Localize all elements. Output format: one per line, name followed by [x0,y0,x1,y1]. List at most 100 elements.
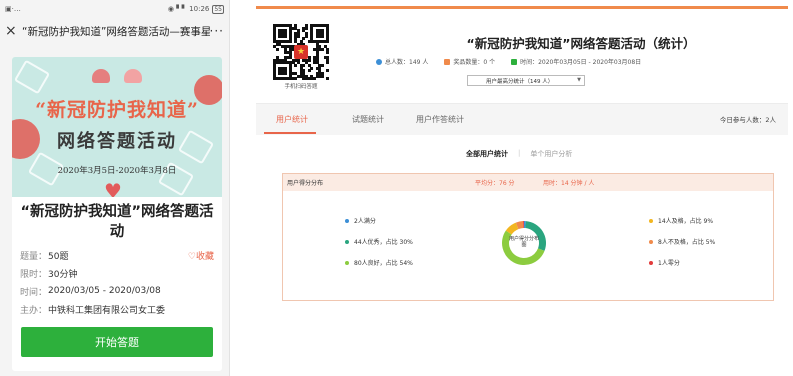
more-icon[interactable]: ··· [210,24,224,38]
page-title: “新冠防护我知道”网络答题活动（统计） [466,36,696,51]
status-icons: ◉ ▘▘ 10:26 [167,5,210,13]
meta-time-limit: 限时： 30分钟 [20,264,214,282]
banner-title: “新冠防护我知道” [35,99,199,121]
legend-label: 8人不及格，占比 5% [658,239,716,246]
qr-module [305,26,308,30]
average-score: 平均分：76 分 [475,180,515,187]
active-tab-indicator [264,132,316,134]
legend-dot [345,239,349,244]
qr-logo: ★ [294,45,308,59]
favorite-button[interactable]: ♡收藏 [188,249,214,262]
accent-line [256,6,788,9]
qr-caption: 手机扫码答题 [284,84,318,90]
legend-item: 1人零分 [649,258,680,267]
qr-module [294,77,298,81]
qr-module [321,34,324,38]
legend-dot [649,260,653,265]
quiz-meta: 题量： 50题 ♡收藏 限时： 30分钟 时间： 2020/03/05 - 20… [12,242,222,318]
qr-module [310,66,314,70]
banner-subtitle: 网络答题活动 [57,131,177,152]
legend-label: 14人及格，占比 9% [658,218,714,225]
legend-dot [345,218,349,223]
qr-module [326,50,330,54]
legend-label: 44人优秀，占比 30% [354,239,413,246]
meta-count: 题量： 50题 ♡收藏 [20,246,214,264]
qr-module [305,34,308,38]
legend-label: 2人满分 [354,218,376,225]
legend-dot [649,239,653,244]
nav-title: “新冠防护我知道”网络答题活动—赛事星 [22,25,210,38]
total-people-text: 总人数：149 人 [385,59,429,66]
decor-badge [124,69,142,83]
battery-icon: 55 [212,4,224,14]
decor-hexagon [13,59,51,95]
meta-host: 主办： 中铁科工集团有限公司女工委 [20,300,214,318]
stat-type-value: 用户最高分统计（149 人） [486,78,554,85]
host-label: 主办： [20,305,48,316]
tab-bar: 用户统计 试题统计 用户作答统计 今日参与人数：2人 [256,103,788,135]
time-range-text: 时间：2020年03月05日 - 2020年03月08日 [520,59,642,66]
user-icon [376,58,382,65]
chevron-down-icon: ▼ [577,77,581,83]
tab-question-stats[interactable]: 试题统计 [352,114,384,125]
legend-item: 8人不及格，占比 5% [649,237,715,246]
nav-bar: × “新冠防护我知道”网络答题活动—赛事星 ··· [0,18,229,44]
tab-answer-stats[interactable]: 用户作答统计 [416,114,464,125]
total-people: 总人数：149 人 [376,57,428,66]
qr-module [321,74,324,78]
close-icon[interactable]: × [5,24,19,38]
qr-module [326,61,330,65]
quiz-card: “新冠防护我知道” 网络答题活动 2020年3月5日-2020年3月8日 ♥ “… [12,57,222,371]
subtab-bar: 全部用户统计 | 单个用户分析 [466,149,572,159]
qr-module [307,69,311,73]
time-limit-label: 限时： [20,269,48,280]
qr-module [321,64,324,67]
qr-module [283,34,287,38]
stats-page: ★ 手机扫码答题 “新冠防护我知道”网络答题活动（统计） 总人数：149 人 奖… [256,0,793,376]
status-right: ◉ ▘▘ 10:26 55 [167,4,224,14]
date-label: 时间： [20,287,48,298]
tab-user-stats[interactable]: 用户统计 [276,114,308,125]
subtab-single-user[interactable]: 单个用户分析 [530,149,572,159]
legend-item: 80人良好，占比 54% [345,258,413,267]
time-limit-value: 30分钟 [48,269,78,280]
time-range: 时间：2020年03月05日 - 2020年03月08日 [511,57,641,66]
donut-center-label: 用户得分分布图 [508,236,539,248]
stat-type-select[interactable]: 用户最高分统计（149 人） ▼ [467,75,585,86]
subtab-all-users[interactable]: 全部用户统计 [466,149,508,159]
qr-module [326,69,330,73]
qr-module [326,40,330,43]
count-value: 50题 [48,251,69,262]
panel-header: 用户得分分布 平均分：76 分 用时：14 分钟 / 人 [283,174,773,191]
panel-title: 用户得分分布 [287,180,324,187]
today-participants: 今日参与人数：2人 [719,116,776,124]
legend-item: 2人满分 [345,216,376,225]
summary-row: 总人数：149 人 奖品数量：0 个 时间：2020年03月05日 - 2020… [376,57,793,66]
banner-date: 2020年3月5日-2020年3月8日 [57,166,177,176]
start-quiz-button[interactable]: 开始答题 [21,327,213,357]
prize-count: 奖品数量：0 个 [444,57,495,66]
score-distribution-panel: 用户得分分布 平均分：76 分 用时：14 分钟 / 人 2人满分 44人优秀，… [282,173,774,301]
qr-module [321,48,324,51]
qr-module [313,77,316,81]
star-icon: ★ [297,47,306,57]
quiz-title: “新冠防护我知道”网络答题活动 [20,204,214,240]
count-label: 题量： [20,251,48,262]
legend-dot [345,260,349,265]
legend-item: 14人及格，占比 9% [649,216,713,225]
date-value: 2020/03/05 - 2020/03/08 [48,286,161,296]
qr-module [302,64,306,67]
legend-dot [649,218,653,223]
qr-module [302,37,306,41]
prize-icon [444,58,451,65]
qr-module [283,72,287,75]
meta-date: 时间： 2020/03/05 - 2020/03/08 [20,282,214,300]
qr-module [297,34,300,38]
qr-code: ★ [273,24,330,81]
subtab-separator: | [518,149,521,157]
status-left: ▣·… [5,5,21,13]
host-value: 中铁科工集团有限公司女工委 [48,305,166,316]
qr-module [326,77,330,81]
qr-module [289,40,292,43]
phone-screen: ▣·… ◉ ▘▘ 10:26 55 × “新冠防护我知道”网络答题活动—赛事星 … [0,0,230,376]
